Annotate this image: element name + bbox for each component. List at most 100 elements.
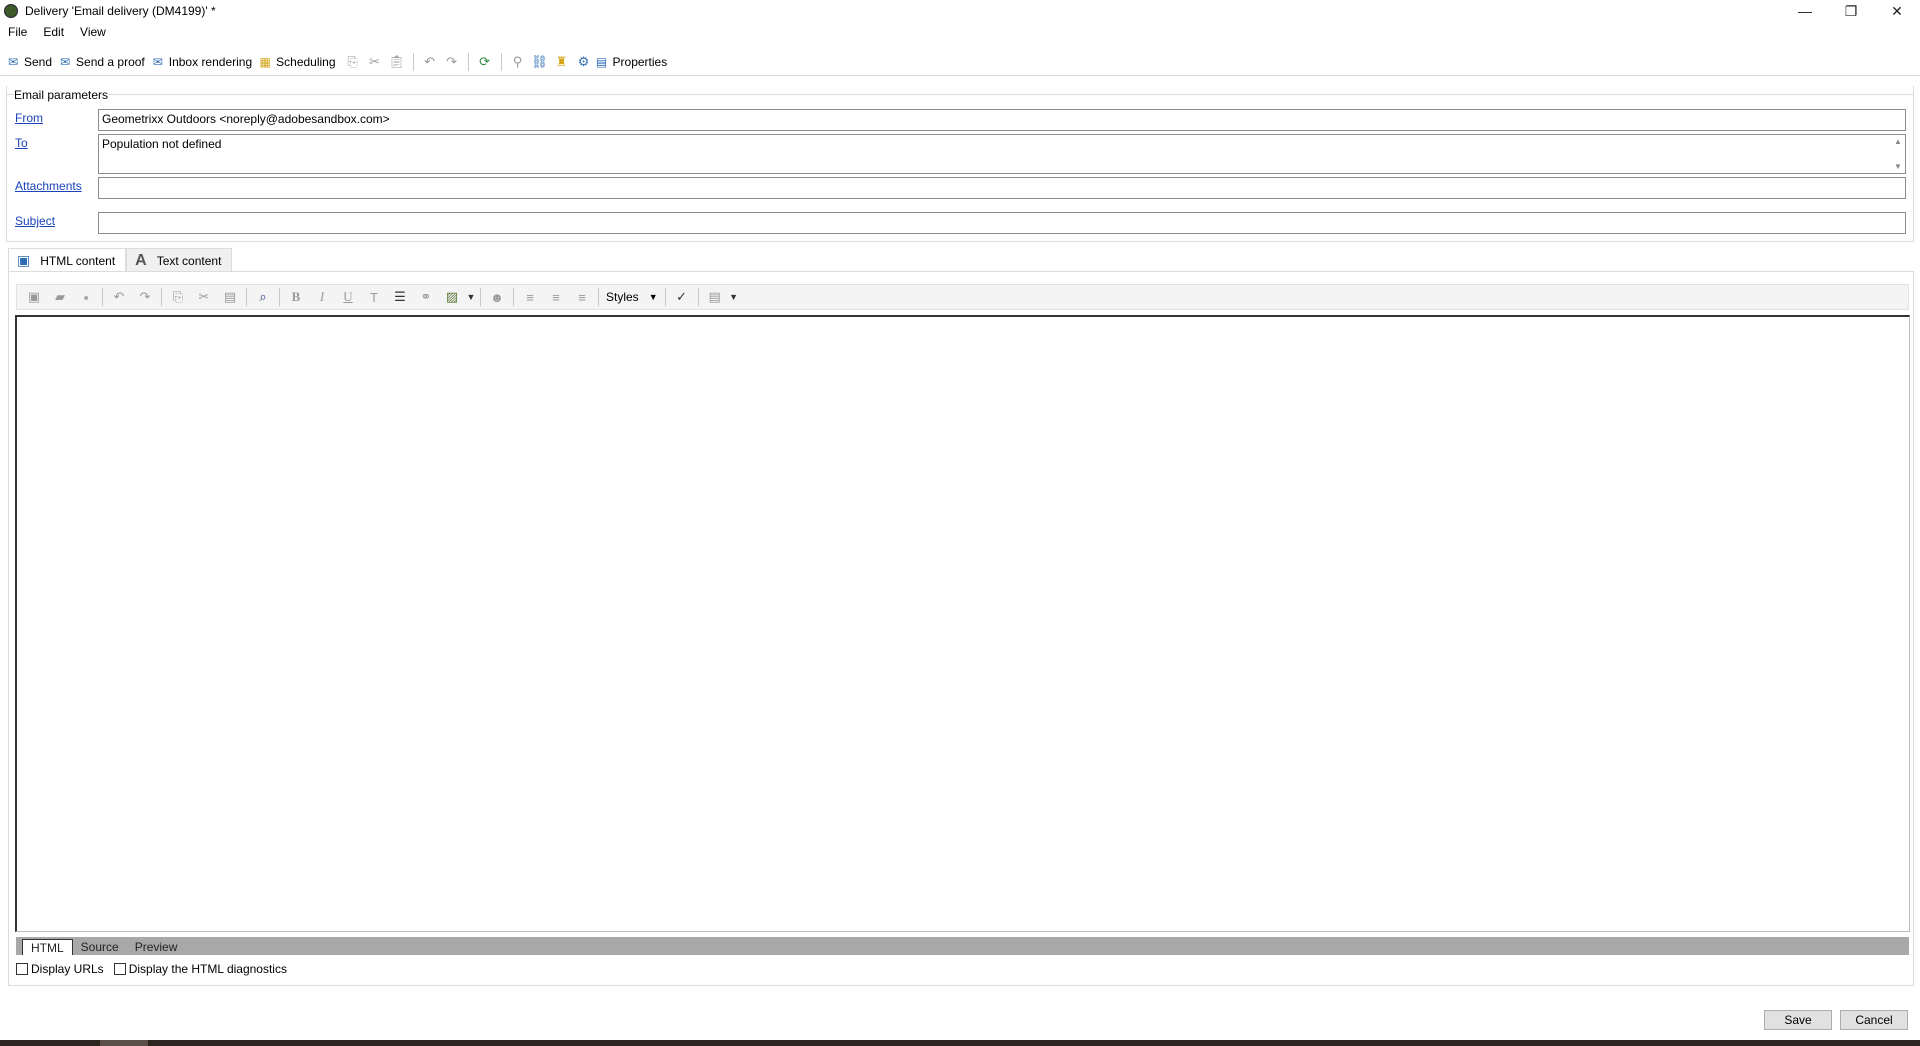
close-button[interactable]: ✕ bbox=[1874, 0, 1920, 22]
paste-icon[interactable]: ▤ bbox=[217, 286, 243, 308]
to-link[interactable]: To bbox=[15, 136, 28, 150]
inbox-rendering-button[interactable]: ✉ Inbox rendering bbox=[151, 51, 258, 73]
tab-text-content[interactable]: A Text content bbox=[126, 248, 233, 272]
tab-html-content[interactable]: ▣ HTML content bbox=[8, 248, 127, 272]
inbox-rendering-label: Inbox rendering bbox=[168, 54, 253, 69]
chevron-down-icon: ▼ bbox=[648, 292, 658, 302]
send-button[interactable]: ✉ Send bbox=[6, 51, 58, 73]
paste-icon[interactable]: 📋︎ bbox=[386, 51, 408, 73]
insert-image-icon[interactable]: ▨ bbox=[439, 286, 465, 308]
editor-toolbar-divider bbox=[697, 288, 699, 306]
font-size-icon[interactable]: T bbox=[361, 286, 387, 308]
menu-view[interactable]: View bbox=[72, 25, 114, 39]
display-urls-option[interactable]: Display URLs bbox=[16, 962, 104, 976]
toolbar-divider bbox=[467, 52, 469, 71]
cancel-button[interactable]: Cancel bbox=[1840, 1010, 1908, 1030]
toolbar-divider bbox=[500, 52, 502, 71]
personalization-icon[interactable]: ♜ bbox=[551, 51, 573, 73]
scroll-up-icon[interactable]: ▲ bbox=[1894, 137, 1902, 146]
display-diagnostics-checkbox[interactable] bbox=[113, 963, 126, 975]
editor-view-tabs: HTML Source Preview bbox=[16, 937, 1909, 955]
personalization-block-icon[interactable]: ▤ bbox=[702, 286, 728, 308]
text-letter-icon: A bbox=[135, 251, 147, 269]
undo-icon[interactable]: ↶ bbox=[106, 286, 132, 308]
bullet-list-icon[interactable]: ☰ bbox=[387, 286, 413, 308]
emoji-icon[interactable]: ☻ bbox=[484, 286, 510, 308]
tab-html-view[interactable]: HTML bbox=[22, 939, 73, 955]
subject-link[interactable]: Subject bbox=[15, 214, 55, 228]
underline-icon[interactable]: U bbox=[335, 286, 361, 308]
styles-label: Styles bbox=[606, 290, 639, 304]
display-urls-checkbox[interactable] bbox=[16, 963, 28, 975]
email-parameters-title: Email parameters bbox=[14, 88, 109, 102]
send-label: Send bbox=[24, 54, 53, 69]
bold-icon[interactable]: B bbox=[283, 286, 309, 308]
scheduling-label: Scheduling bbox=[276, 54, 336, 69]
editor-toolbar-divider bbox=[664, 288, 666, 306]
attachments-link[interactable]: Attachments bbox=[15, 179, 82, 193]
app-logo-icon bbox=[4, 4, 18, 18]
calendar-icon: ▦ bbox=[259, 54, 271, 69]
tab-source-view[interactable]: Source bbox=[73, 939, 127, 955]
envelope-icon: ✉ bbox=[7, 54, 19, 69]
editor-toolbar-divider bbox=[102, 288, 103, 306]
spellcheck-icon[interactable]: ✓ bbox=[669, 286, 695, 308]
subject-field[interactable] bbox=[98, 212, 1906, 234]
editor-toolbar-divider bbox=[161, 288, 162, 306]
from-value: Geometrixx Outdoors <noreply@adobesandbo… bbox=[102, 112, 390, 126]
taskbar-segment bbox=[100, 1040, 148, 1046]
from-link[interactable]: From bbox=[15, 111, 43, 125]
refresh-icon[interactable]: ⟳ bbox=[474, 51, 496, 73]
styles-dropdown[interactable]: Styles ▼ bbox=[602, 290, 662, 304]
editor-toolbar-divider bbox=[480, 288, 481, 306]
redo-icon[interactable]: ↷ bbox=[441, 51, 463, 73]
redo-icon[interactable]: ↷ bbox=[132, 286, 158, 308]
personalization-dropdown-icon[interactable]: ▼ bbox=[728, 286, 740, 308]
align-center-icon[interactable]: ≡ bbox=[543, 286, 569, 308]
insert-link-icon[interactable]: ⚭ bbox=[413, 286, 439, 308]
taskbar-edge bbox=[0, 1040, 1920, 1046]
new-document-icon[interactable]: ▣ bbox=[21, 286, 47, 308]
link-icon[interactable]: ⛓ bbox=[529, 51, 551, 73]
save-disk-icon[interactable]: ▪ bbox=[73, 286, 99, 308]
copy-icon[interactable]: ⎘ bbox=[342, 51, 364, 73]
image-dropdown-icon[interactable]: ▼ bbox=[465, 286, 477, 308]
display-options: Display URLs Display the HTML diagnostic… bbox=[16, 962, 297, 976]
main-toolbar: ✉ Send ✉ Send a proof ✉ Inbox rendering … bbox=[0, 48, 1920, 76]
find-binoculars-icon[interactable]: ⌕ bbox=[250, 286, 276, 308]
send-proof-button[interactable]: ✉ Send a proof bbox=[58, 51, 151, 73]
editor-toolbar: ▣ ▰ ▪ ↶ ↷ ⎘ ✂ ▤ ⌕ B I U T ☰ ⚭ ▨ ▼ ☻ ≡ ≡ … bbox=[16, 284, 1909, 310]
cut-icon[interactable]: ✂ bbox=[191, 286, 217, 308]
tab-preview-view[interactable]: Preview bbox=[127, 939, 186, 955]
settings-sync-icon[interactable]: ⚙ bbox=[573, 51, 595, 73]
attachments-field[interactable] bbox=[98, 177, 1906, 199]
from-field[interactable]: Geometrixx Outdoors <noreply@adobesandbo… bbox=[98, 109, 1906, 131]
minimize-button[interactable]: — bbox=[1782, 0, 1828, 22]
html-editor-area[interactable] bbox=[15, 315, 1910, 932]
scheduling-button[interactable]: ▦ Scheduling bbox=[258, 51, 341, 73]
open-folder-icon[interactable]: ▰ bbox=[47, 286, 73, 308]
scroll-down-icon[interactable]: ▼ bbox=[1894, 162, 1902, 171]
to-value: Population not defined bbox=[102, 137, 222, 151]
to-field[interactable]: Population not defined ▲ ▼ bbox=[98, 134, 1906, 174]
to-field-scrollbar[interactable]: ▲ ▼ bbox=[1891, 135, 1905, 173]
save-button[interactable]: Save bbox=[1764, 1010, 1832, 1030]
restore-button[interactable]: ❐ bbox=[1828, 0, 1874, 22]
envelope-eye-icon: ✉ bbox=[152, 54, 163, 69]
menu-edit[interactable]: Edit bbox=[35, 25, 72, 39]
editor-toolbar-divider bbox=[246, 288, 247, 306]
display-diagnostics-option[interactable]: Display the HTML diagnostics bbox=[113, 962, 287, 976]
copy-icon[interactable]: ⎘ bbox=[165, 286, 191, 308]
align-left-icon[interactable]: ≡ bbox=[517, 286, 543, 308]
undo-icon[interactable]: ↶ bbox=[419, 51, 441, 73]
editor-toolbar-divider bbox=[598, 288, 599, 306]
align-right-icon[interactable]: ≡ bbox=[569, 286, 595, 308]
menu-file[interactable]: File bbox=[0, 25, 35, 39]
tab-html-content-label: HTML content bbox=[40, 253, 116, 268]
paperclip-icon[interactable]: ⚲ bbox=[507, 51, 529, 73]
italic-icon[interactable]: I bbox=[309, 286, 335, 308]
clipboard-icon: ▤ bbox=[595, 54, 608, 69]
html-document-icon: ▣ bbox=[17, 252, 31, 268]
properties-button[interactable]: ▤ Properties bbox=[595, 51, 674, 73]
cut-icon[interactable]: ✂ bbox=[364, 51, 386, 73]
